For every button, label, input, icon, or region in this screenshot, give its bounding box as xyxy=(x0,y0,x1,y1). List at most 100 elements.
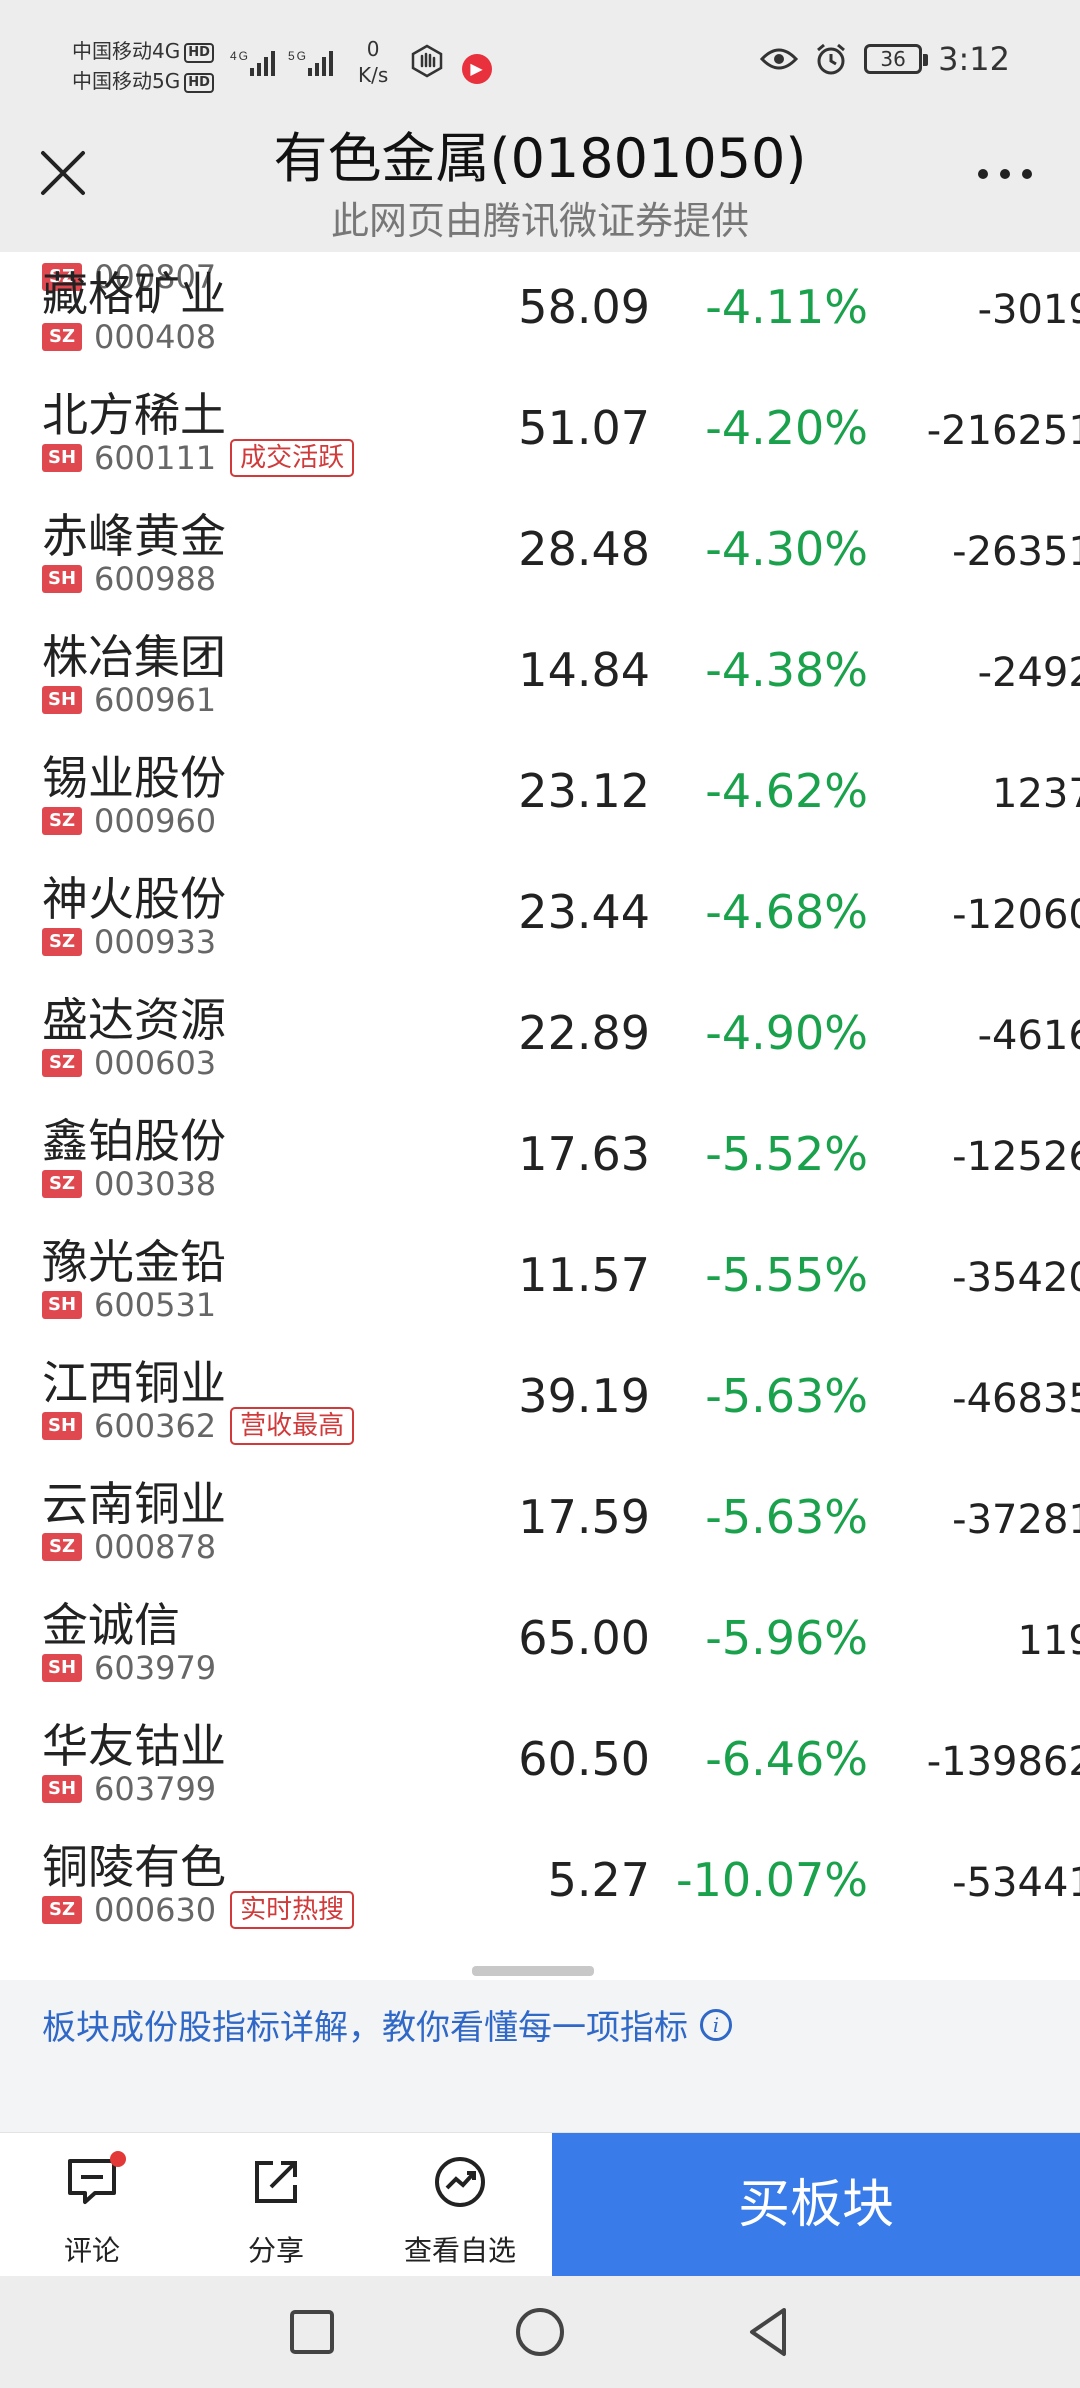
stock-price: 28.48 xyxy=(518,522,650,576)
stock-meta: SZ 000630 实时热搜 xyxy=(42,1891,355,1929)
stock-price: 58.09 xyxy=(518,280,650,334)
net-flow: -37281.6 xyxy=(952,1497,1080,1543)
net-flow: -4616.2 xyxy=(977,1013,1080,1059)
table-row[interactable]: 藏格矿业SZ 000408 58.09 -4.11% -3019.9 xyxy=(0,252,1080,373)
net-flow-cell: -3019.9 xyxy=(892,252,1080,373)
more-button[interactable] xyxy=(970,146,1040,206)
stock-price: 22.89 xyxy=(518,1006,650,1060)
table-row[interactable]: 神火股份SZ 000933 23.44 -4.68% -12060.9 xyxy=(0,857,1080,978)
stock-meta: SH 603979 xyxy=(42,1649,216,1687)
stock-name: 金诚信 xyxy=(42,1598,180,1652)
stock-name: 北方稀土 xyxy=(42,388,226,442)
page-title: 有色金属(01801050) xyxy=(273,127,807,190)
table-row[interactable]: 铜陵有色SZ 000630 实时热搜 5.27 -10.07% -53441.3 xyxy=(0,1825,1080,1946)
stock-code: 603979 xyxy=(94,1649,217,1687)
market-badge: SZ xyxy=(42,928,82,956)
indicator-guide-text: 板块成份股指标详解，教你看懂每一项指标 xyxy=(42,2008,688,2048)
table-row[interactable]: 赤峰黄金SH 600988 28.48 -4.30% -26351.4 xyxy=(0,494,1080,615)
share-label: 分享 xyxy=(247,2234,304,2267)
share-icon xyxy=(255,2161,297,2203)
table-row[interactable]: 锡业股份SZ 000960 23.12 -4.62% 1237.6 xyxy=(0,736,1080,857)
stock-meta: SH 600362 营收最高 xyxy=(42,1407,355,1445)
stock-change: -4.90% xyxy=(705,1006,868,1060)
stock-price: 23.44 xyxy=(518,885,650,939)
clock: 3:12 xyxy=(938,40,1010,78)
info-icon: i xyxy=(700,2008,732,2041)
home-icon[interactable] xyxy=(510,2302,570,2362)
stock-change: -6.46% xyxy=(705,1732,868,1786)
table-row[interactable]: 株冶集团SH 600961 14.84 -4.38% -2492.2 xyxy=(0,615,1080,736)
stock-change: -5.63% xyxy=(705,1490,868,1544)
stock-meta: SH 600988 xyxy=(42,560,216,598)
stock-tag: 营收最高 xyxy=(230,1407,355,1445)
net-flow-cell: -37281.6 xyxy=(892,1462,1080,1583)
net-flow-cell: -216251.4 xyxy=(892,373,1080,494)
net-speed-value: 0 xyxy=(366,37,380,61)
stock-name: 豫光金铅 xyxy=(42,1235,226,1289)
stock-meta: SZ 003038 xyxy=(42,1165,216,1203)
market-badge: SH xyxy=(42,1412,82,1440)
net-flow: -2492.2 xyxy=(977,650,1080,696)
table-row[interactable]: 鑫铂股份SZ 003038 17.63 -5.52% -12526.8 xyxy=(0,1099,1080,1220)
stock-change: -4.38% xyxy=(705,643,868,697)
stock-change: -4.68% xyxy=(705,885,868,939)
stock-code: 000408 xyxy=(94,318,217,356)
recent-apps-icon[interactable] xyxy=(282,2302,342,2362)
stock-change: -5.52% xyxy=(705,1127,868,1181)
stock-code: 600362 xyxy=(94,1407,217,1445)
net-flow-cell: 1237.6 xyxy=(892,736,1080,857)
stock-tag: 实时热搜 xyxy=(230,1891,355,1929)
net-flow-cell: -53441.3 xyxy=(892,1825,1080,1946)
svg-text:4G: 4G xyxy=(230,49,250,63)
net-speed: 0 K/s xyxy=(358,36,388,88)
stock-name: 云南铜业 xyxy=(42,1477,226,1531)
comment-button[interactable]: 评论 xyxy=(0,2133,184,2277)
table-row[interactable]: 北方稀土SH 600111 成交活跃 51.07 -4.20% -216251.4 xyxy=(0,373,1080,494)
info-strip: 板块成份股指标详解，教你看懂每一项指标 i xyxy=(0,1980,1080,2132)
indicator-guide-link[interactable]: 板块成份股指标详解，教你看懂每一项指标 i xyxy=(42,2000,732,2049)
page-subtitle: 此网页由腾讯微证券提供 xyxy=(330,199,749,243)
scroll-indicator[interactable] xyxy=(472,1966,594,1976)
stock-code: 000630 xyxy=(94,1891,217,1929)
watchlist-label: 查看自选 xyxy=(403,2234,516,2267)
net-flow: -12060.9 xyxy=(952,892,1080,938)
market-badge: SH xyxy=(42,565,82,593)
stock-code: 600531 xyxy=(94,1286,217,1324)
stock-name: 藏格矿业 xyxy=(42,267,226,321)
stock-list[interactable]: SZ 000807 藏格矿业SZ00040858.09-4.11%-3019.9… xyxy=(0,252,1080,1980)
buy-sector-button[interactable]: 买板块 xyxy=(552,2133,1080,2277)
net-flow-cell: -35420.3 xyxy=(892,1220,1080,1341)
table-row[interactable]: 盛达资源SZ 000603 22.89 -4.90% -4616.2 xyxy=(0,978,1080,1099)
stock-change: -10.07% xyxy=(676,1853,868,1907)
stock-change: -4.11% xyxy=(705,280,868,334)
stock-meta: SH 603799 xyxy=(42,1770,216,1808)
market-badge: SH xyxy=(42,1654,82,1682)
stock-code: 000960 xyxy=(94,802,217,840)
more-icon xyxy=(978,169,1032,179)
net-flow: -26351.4 xyxy=(952,529,1080,575)
watchlist-button[interactable]: 查看自选 xyxy=(368,2133,552,2277)
table-row[interactable]: 豫光金铅SH 600531 11.57 -5.55% -35420.3 xyxy=(0,1220,1080,1341)
stock-change: -4.20% xyxy=(705,401,868,455)
market-badge: SZ xyxy=(42,323,82,351)
carrier-2: 中国移动5G xyxy=(72,69,181,93)
stock-price: 60.50 xyxy=(518,1732,650,1786)
market-badge: SH xyxy=(42,1291,82,1319)
table-row[interactable]: 江西铜业SH 600362 营收最高 39.19 -5.63% -46835.5 xyxy=(0,1341,1080,1462)
net-flow: -3019.9 xyxy=(977,287,1080,333)
table-row[interactable]: 金诚信SH 603979 65.00 -5.96% 119.8 xyxy=(0,1583,1080,1704)
notification-dot xyxy=(110,2151,126,2167)
stock-code: 003038 xyxy=(94,1165,217,1203)
table-row[interactable]: 华友钴业SH 603799 60.50 -6.46% -139862.3 xyxy=(0,1704,1080,1825)
back-icon[interactable] xyxy=(738,2302,798,2362)
net-flow: -53441.3 xyxy=(952,1860,1080,1906)
stock-change: -4.30% xyxy=(705,522,868,576)
stock-code: 000603 xyxy=(94,1044,217,1082)
table-row[interactable]: 云南铜业SZ 000878 17.59 -5.63% -37281.6 xyxy=(0,1462,1080,1583)
share-button[interactable]: 分享 xyxy=(184,2133,368,2277)
stock-price: 14.84 xyxy=(518,643,650,697)
net-flow-cell: -12526.8 xyxy=(892,1099,1080,1220)
stock-price: 39.19 xyxy=(518,1369,650,1423)
stock-name: 盛达资源 xyxy=(42,993,226,1047)
stock-name: 鑫铂股份 xyxy=(42,1114,226,1168)
